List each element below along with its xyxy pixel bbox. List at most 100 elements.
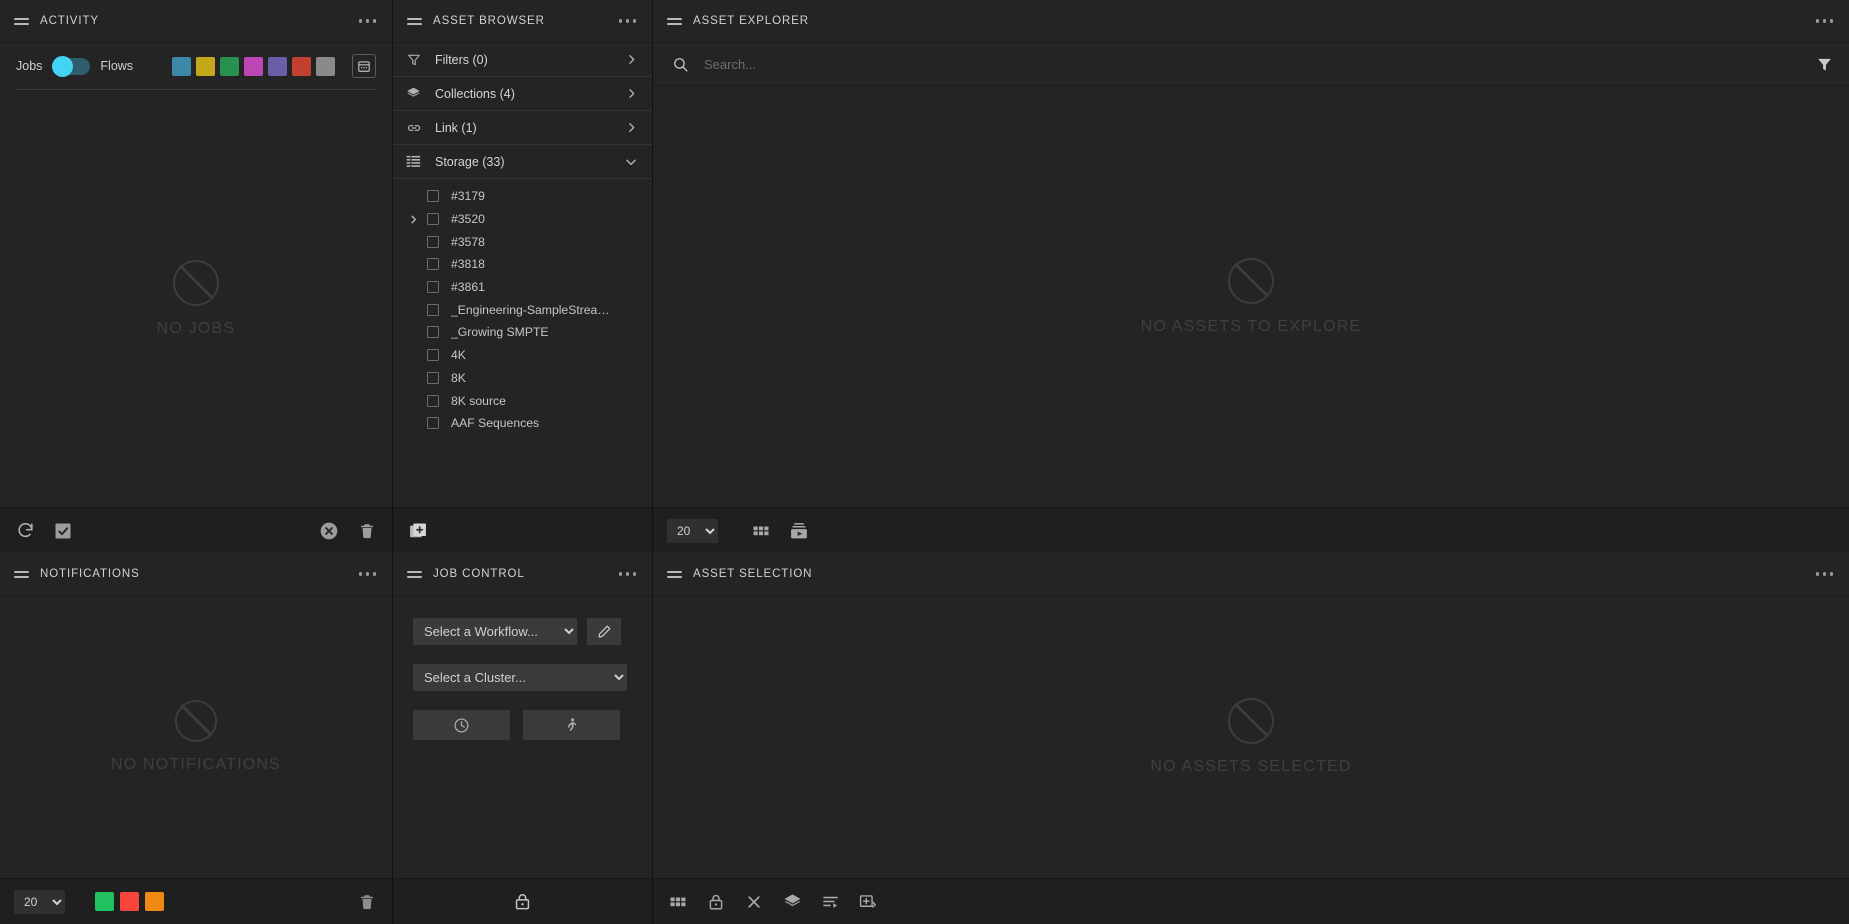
layers-icon[interactable] (781, 891, 803, 913)
drag-handle-icon[interactable] (14, 569, 29, 579)
refresh-icon[interactable] (14, 520, 36, 542)
more-options-icon[interactable] (1814, 566, 1836, 582)
grid-view-icon[interactable] (750, 520, 772, 542)
asset-explorer-search-bar (653, 43, 1849, 86)
search-input[interactable] (704, 56, 1800, 72)
storage-item-checkbox[interactable] (427, 303, 439, 316)
storage-item-checkbox[interactable] (427, 235, 439, 248)
toggle-knob (52, 55, 74, 77)
storage-item-checkbox[interactable] (427, 281, 439, 294)
asset-browser-section-link[interactable]: Link (1) (393, 111, 652, 145)
close-x-icon[interactable] (743, 891, 765, 913)
cluster-select[interactable]: Select a Cluster... (413, 664, 627, 691)
filter-icon[interactable] (1813, 53, 1835, 75)
page-size-select[interactable]: 2050100 (667, 518, 718, 543)
asset-selection-empty-state: NO ASSETS SELECTED (653, 596, 1849, 878)
schedule-job-button[interactable] (413, 710, 510, 740)
storage-item-checkbox[interactable] (427, 349, 439, 362)
empty-label: NO JOBS (156, 319, 236, 337)
chevron-right-icon (625, 53, 638, 66)
notifications-header: NOTIFICATIONS (0, 553, 392, 596)
storage-list-item[interactable]: _Engineering-SampleStrea… (393, 298, 652, 321)
add-copy-icon[interactable] (857, 891, 879, 913)
storage-list-item[interactable]: #3818 (393, 253, 652, 276)
job-control-header: JOB CONTROL (393, 553, 652, 596)
storage-list-item[interactable]: #3578 (393, 230, 652, 253)
level-swatch[interactable] (120, 892, 139, 911)
chevron-right-icon (625, 87, 638, 100)
storage-item-checkbox[interactable] (427, 326, 439, 339)
notifications-panel: NOTIFICATIONS NO NOTIFICATIONS 2050100 (0, 553, 393, 924)
jobs-flows-toggle[interactable]: Jobs Flows (16, 55, 133, 77)
storage-list-item[interactable]: #3179 (393, 185, 652, 208)
activity-panel: ACTIVITY Jobs Flows NO JOBS (0, 0, 393, 553)
storage-item-checkbox[interactable] (427, 417, 439, 430)
more-options-icon[interactable] (357, 13, 379, 29)
storage-list-item[interactable]: 4K (393, 344, 652, 367)
level-swatch[interactable] (145, 892, 164, 911)
drag-handle-icon[interactable] (407, 16, 422, 26)
storage-list-item[interactable]: #3861 (393, 276, 652, 299)
grid-view-icon[interactable] (667, 891, 689, 913)
more-options-icon[interactable] (617, 566, 639, 582)
chevron-right-icon[interactable] (405, 214, 421, 225)
storage-item-checkbox[interactable] (427, 213, 439, 226)
asset-browser-section-storage[interactable]: Storage (33) (393, 145, 652, 179)
status-swatch[interactable] (316, 56, 335, 76)
asset-browser-body: Filters (0) Collections (4) Link (1) Sto… (393, 43, 652, 507)
list-play-icon[interactable] (819, 891, 841, 913)
search-icon[interactable] (669, 53, 691, 75)
pencil-icon[interactable] (587, 618, 621, 645)
drag-handle-icon[interactable] (407, 569, 422, 579)
asset-browser-section-collections[interactable]: Collections (4) (393, 77, 652, 111)
drag-handle-icon[interactable] (14, 16, 29, 26)
lock-icon[interactable] (705, 891, 727, 913)
drag-handle-icon[interactable] (667, 16, 682, 26)
storage-item-checkbox[interactable] (427, 371, 439, 384)
add-copy-icon[interactable] (407, 520, 429, 542)
filter-icon (405, 53, 422, 67)
workflow-select[interactable]: Select a Workflow... (413, 618, 577, 645)
checkbox-checked-icon[interactable] (52, 520, 74, 542)
empty-label: NO ASSETS TO EXPLORE (1140, 317, 1362, 335)
storage-item-checkbox[interactable] (427, 394, 439, 407)
storage-item-label: #3520 (451, 212, 485, 227)
section-label: Collections (4) (435, 86, 515, 101)
more-options-icon[interactable] (1814, 13, 1836, 29)
run-job-button[interactable] (523, 710, 620, 740)
storage-item-list[interactable]: #3179 #3520 #3578 #3818 #3861 _Engineering-Sa… (393, 179, 652, 507)
lock-icon[interactable] (512, 891, 534, 913)
asset-explorer-header: ASSET EXPLORER (653, 0, 1849, 43)
storage-item-checkbox[interactable] (427, 258, 439, 271)
status-swatch[interactable] (172, 56, 191, 76)
chevron-down-icon (624, 155, 638, 169)
drag-handle-icon[interactable] (667, 569, 682, 579)
cancel-circle-icon[interactable] (318, 520, 340, 542)
level-swatch[interactable] (95, 892, 114, 911)
storage-item-checkbox[interactable] (427, 190, 439, 203)
panel-title: JOB CONTROL (433, 568, 525, 580)
calendar-icon[interactable] (352, 54, 376, 78)
trash-icon[interactable] (356, 891, 378, 913)
status-swatch[interactable] (244, 56, 263, 76)
asset-browser-section-filters[interactable]: Filters (0) (393, 43, 652, 77)
status-swatch[interactable] (196, 56, 215, 76)
status-swatch[interactable] (268, 56, 287, 76)
activity-filter-bar: Jobs Flows (0, 43, 392, 89)
more-options-icon[interactable] (617, 13, 639, 29)
trash-icon[interactable] (356, 520, 378, 542)
toggle-switch[interactable] (52, 55, 91, 77)
storage-list-item[interactable]: _Growing SMPTE (393, 321, 652, 344)
page-size-select[interactable]: 2050100 (14, 889, 65, 914)
section-label: Storage (33) (435, 154, 505, 169)
asset-selection-panel: ASSET SELECTION NO ASSETS SELECTED (653, 553, 1849, 924)
status-swatch[interactable] (220, 56, 239, 76)
storage-list-item[interactable]: 8K (393, 367, 652, 390)
storage-list-item[interactable]: AAF Sequences (393, 412, 652, 435)
workflow-row: Select a Workflow... (413, 618, 632, 645)
status-swatch[interactable] (292, 56, 311, 76)
media-stack-icon[interactable] (788, 520, 810, 542)
storage-list-item[interactable]: 8K source (393, 389, 652, 412)
storage-list-item[interactable]: #3520 (393, 208, 652, 231)
more-options-icon[interactable] (357, 566, 379, 582)
